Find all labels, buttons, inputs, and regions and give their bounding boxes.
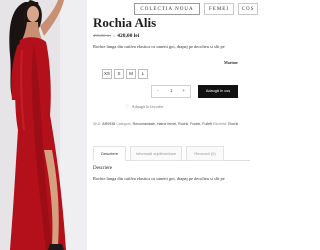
quantity-increase-button[interactable]: + (182, 88, 185, 93)
heart-icon: ♡ (125, 105, 130, 110)
category-links[interactable]: Recomandate, Haine femei, Rochii, Footer… (133, 122, 213, 126)
category-label: Categorii: (116, 122, 132, 126)
short-description: Rochie lunga din catifea elastica cu ume… (93, 44, 225, 49)
size-option-m[interactable]: M (126, 69, 136, 79)
nav-colectia-noua[interactable]: COLECTIA NOUA (134, 3, 200, 15)
product-meta: SKU: AR0938 Categorii: Recomandate, Hain… (93, 122, 238, 126)
size-option-s[interactable]: S (114, 69, 124, 79)
price-separator: » (113, 33, 116, 38)
model-in-red-dress-image (0, 0, 87, 250)
tab-additional-info[interactable]: Informații suplimentare (130, 146, 182, 161)
price-new: 420,00 lei (117, 33, 140, 39)
wishlist-label: Adaugă la favorite (131, 104, 164, 109)
size-label: Marime (224, 60, 238, 65)
tab-reviews[interactable]: Recenzii (0) (186, 146, 224, 161)
nav-femei[interactable]: FEMEI (204, 3, 234, 15)
tag-link[interactable]: Rochii (228, 122, 238, 126)
add-to-cart-button[interactable]: Adaugă în coș (198, 85, 238, 98)
sku-value: AR0938 (102, 122, 116, 126)
tab-description[interactable]: Descriere (93, 146, 126, 161)
description-body: Rochie lunga din catifea elastica cu ume… (93, 176, 225, 181)
quantity-input[interactable]: 1 (170, 88, 173, 93)
description-heading: Descriere (93, 166, 113, 171)
product-title: Rochia Alis (93, 15, 157, 30)
price-row: 455,00 lei» 420,00 lei (93, 33, 139, 39)
quantity-stepper[interactable]: - 1 + (151, 85, 191, 98)
tag-label: Etichetă: (213, 122, 228, 126)
add-to-wishlist-link[interactable]: ♡ Adaugă la favorite (125, 104, 163, 110)
nav-cos[interactable]: COS (238, 3, 258, 15)
price-old: 455,00 lei (93, 33, 111, 38)
sku-label: SKU: (93, 122, 102, 126)
quantity-decrease-button[interactable]: - (157, 88, 159, 93)
size-option-l[interactable]: L (138, 69, 148, 79)
size-option-xs[interactable]: XS (102, 69, 112, 79)
product-image[interactable] (0, 0, 87, 250)
